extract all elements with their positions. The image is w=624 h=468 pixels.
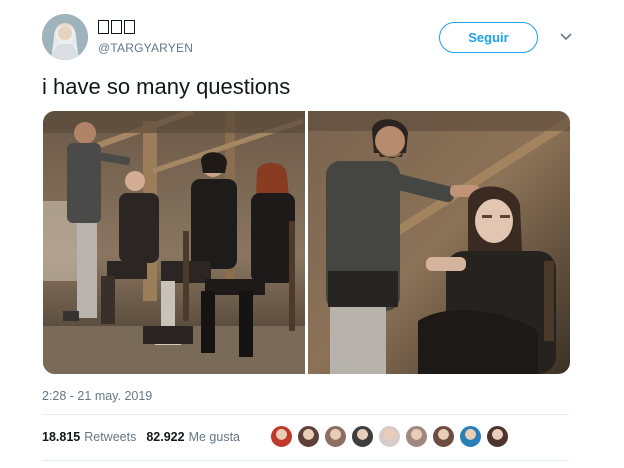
liker-avatar[interactable] — [405, 425, 428, 448]
retweets-label: Retweets — [84, 430, 137, 444]
tweet-stats: 18.815 Retweets 82.922 Me gusta — [42, 430, 240, 444]
likes-stat[interactable]: 82.922 Me gusta — [146, 430, 240, 444]
liker-avatar[interactable] — [486, 425, 509, 448]
tweet-media — [43, 111, 570, 374]
chevron-down-icon[interactable] — [559, 32, 573, 42]
missing-glyph-icon — [124, 20, 135, 34]
liker-avatar[interactable] — [297, 425, 320, 448]
missing-glyph-icon — [111, 20, 122, 34]
missing-glyph-icon — [98, 20, 109, 34]
retweets-stat[interactable]: 18.815 Retweets — [42, 430, 136, 444]
follow-button[interactable]: Seguir — [439, 22, 538, 53]
liker-avatar[interactable] — [378, 425, 401, 448]
retweets-count: 18.815 — [42, 430, 81, 444]
likes-count: 82.922 — [146, 430, 185, 444]
user-handle[interactable]: @TARGYARYEN — [98, 41, 193, 55]
likes-label: Me gusta — [188, 430, 240, 444]
liker-avatar[interactable] — [459, 425, 482, 448]
tweet-header: @TARGYARYEN Seguir — [42, 14, 582, 64]
photo-left[interactable] — [43, 111, 305, 374]
tweet-timestamp[interactable]: 2:28 - 21 may. 2019 — [42, 389, 152, 403]
display-name[interactable] — [98, 18, 193, 36]
avatar[interactable] — [42, 14, 88, 60]
liker-avatar[interactable] — [432, 425, 455, 448]
liker-avatars — [270, 425, 513, 448]
photo-right[interactable] — [308, 111, 570, 374]
liker-avatar[interactable] — [324, 425, 347, 448]
liker-avatar[interactable] — [270, 425, 293, 448]
tweet-text: i have so many questions — [42, 74, 291, 99]
divider — [42, 460, 569, 461]
user-names: @TARGYARYEN — [98, 18, 193, 55]
divider — [42, 414, 569, 415]
liker-avatar[interactable] — [351, 425, 374, 448]
